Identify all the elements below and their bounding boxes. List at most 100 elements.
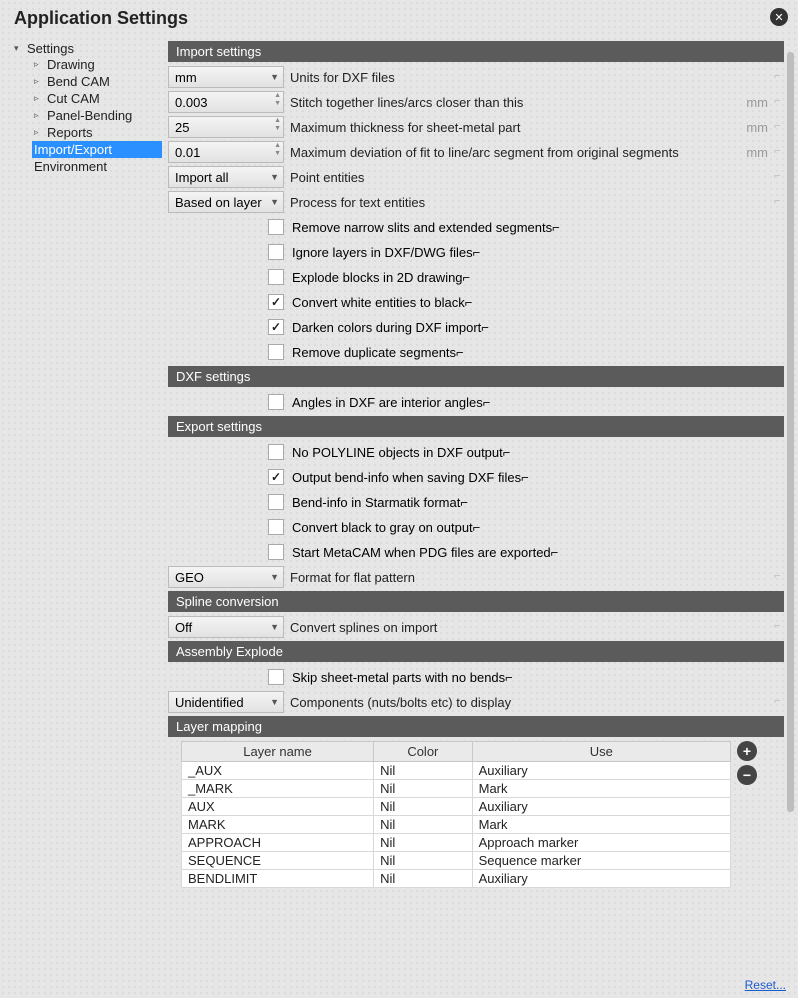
- format-label: Format for flat pattern: [290, 570, 784, 585]
- checkbox[interactable]: [268, 444, 284, 460]
- bookmark-icon[interactable]: ⌐: [473, 520, 481, 535]
- tree-root-label: Settings: [27, 41, 74, 56]
- checkbox[interactable]: [268, 294, 284, 310]
- checkbox-label: Remove narrow slits and extended segment…: [292, 220, 552, 235]
- checkbox[interactable]: [268, 469, 284, 485]
- checkbox-row: Explode blocks in 2D drawing ⌐: [168, 266, 784, 288]
- checkbox-row: Convert white entities to black ⌐: [168, 291, 784, 313]
- checkbox[interactable]: [268, 544, 284, 560]
- table-row[interactable]: APPROACHNilApproach marker: [182, 834, 731, 852]
- checkbox[interactable]: [268, 519, 284, 535]
- close-button[interactable]: ✕: [770, 8, 788, 26]
- table-header[interactable]: Color: [374, 742, 473, 762]
- bookmark-icon[interactable]: ⌐: [552, 220, 560, 235]
- checkbox-row: Remove duplicate segments ⌐: [168, 341, 784, 363]
- bookmark-icon[interactable]: ⌐: [774, 170, 784, 182]
- bookmark-icon[interactable]: ⌐: [505, 670, 513, 685]
- bookmark-icon[interactable]: ⌐: [465, 295, 473, 310]
- caret-right-icon: ▹: [34, 93, 43, 104]
- checkbox-row: Ignore layers in DXF/DWG files ⌐: [168, 241, 784, 263]
- checkbox[interactable]: [268, 494, 284, 510]
- bookmark-icon[interactable]: ⌐: [774, 695, 784, 707]
- spline-combo[interactable]: Off ▼: [168, 616, 284, 638]
- add-row-button[interactable]: +: [737, 741, 757, 761]
- spinner-arrows-icon: ▲▼: [274, 92, 281, 108]
- maxdev-label: Maximum deviation of fit to line/arc seg…: [290, 145, 740, 160]
- scrollbar[interactable]: [787, 52, 794, 972]
- main-panel: Import settings mm ▼ Units for DXF files…: [162, 39, 790, 969]
- bookmark-icon[interactable]: ⌐: [481, 320, 489, 335]
- chevron-down-icon: ▼: [270, 197, 279, 207]
- maxdev-spinner[interactable]: 0.01 ▲▼: [168, 141, 284, 163]
- checkbox-row: Bend-info in Starmatik format ⌐: [168, 491, 784, 513]
- sidebar-item-environment[interactable]: Environment: [32, 158, 162, 175]
- chevron-down-icon: ▼: [270, 622, 279, 632]
- tree-root-settings[interactable]: ▾ Settings: [14, 41, 162, 56]
- spinner-arrows-icon: ▲▼: [274, 142, 281, 158]
- table-header[interactable]: Layer name: [182, 742, 374, 762]
- units-combo[interactable]: mm ▼: [168, 66, 284, 88]
- bookmark-icon[interactable]: ⌐: [774, 145, 784, 157]
- stitch-spinner[interactable]: 0.003 ▲▼: [168, 91, 284, 113]
- bookmark-icon[interactable]: ⌐: [774, 620, 784, 632]
- checkbox[interactable]: [268, 269, 284, 285]
- checkbox-label: Explode blocks in 2D drawing: [292, 270, 463, 285]
- section-header-layer: Layer mapping: [168, 716, 784, 737]
- sidebar-item-cut-cam[interactable]: ▹ Cut CAM: [32, 90, 162, 107]
- sidebar-item-drawing[interactable]: ▹ Drawing: [32, 56, 162, 73]
- checkbox[interactable]: [268, 319, 284, 335]
- remove-row-button[interactable]: −: [737, 765, 757, 785]
- section-header-import: Import settings: [168, 41, 784, 62]
- section-header-export: Export settings: [168, 416, 784, 437]
- checkbox-label: Convert white entities to black: [292, 295, 465, 310]
- checkbox[interactable]: [268, 219, 284, 235]
- checkbox[interactable]: [268, 244, 284, 260]
- checkbox[interactable]: [268, 669, 284, 685]
- sidebar-item-bend-cam[interactable]: ▹ Bend CAM: [32, 73, 162, 90]
- table-row[interactable]: _AUXNilAuxiliary: [182, 762, 731, 780]
- checkbox-row: Skip sheet-metal parts with no bends ⌐: [168, 666, 784, 688]
- checkbox[interactable]: [268, 344, 284, 360]
- maxthick-spinner[interactable]: 25 ▲▼: [168, 116, 284, 138]
- reset-link[interactable]: Reset...: [745, 978, 786, 992]
- components-label: Components (nuts/bolts etc) to display: [290, 695, 784, 710]
- table-header[interactable]: Use: [472, 742, 730, 762]
- bookmark-icon[interactable]: ⌐: [503, 445, 511, 460]
- sidebar-item-import-export[interactable]: Import/Export: [32, 141, 162, 158]
- checkbox-label: Ignore layers in DXF/DWG files: [292, 245, 473, 260]
- sidebar-item-reports[interactable]: ▹ Reports: [32, 124, 162, 141]
- scrollbar-thumb[interactable]: [787, 52, 794, 812]
- bookmark-icon[interactable]: ⌐: [774, 570, 784, 582]
- caret-right-icon: ▹: [34, 59, 43, 70]
- format-combo[interactable]: GEO ▼: [168, 566, 284, 588]
- bookmark-icon[interactable]: ⌐: [463, 270, 471, 285]
- bookmark-icon[interactable]: ⌐: [774, 120, 784, 132]
- table-row[interactable]: SEQUENCENilSequence marker: [182, 852, 731, 870]
- table-row[interactable]: _MARKNilMark: [182, 780, 731, 798]
- layer-mapping-table[interactable]: Layer nameColorUse _AUXNilAuxiliary_MARK…: [181, 741, 731, 888]
- bookmark-icon[interactable]: ⌐: [774, 95, 784, 107]
- text-entities-combo[interactable]: Based on layer ▼: [168, 191, 284, 213]
- checkbox-row: Remove narrow slits and extended segment…: [168, 216, 784, 238]
- point-label: Point entities: [290, 170, 784, 185]
- point-entities-combo[interactable]: Import all ▼: [168, 166, 284, 188]
- checkbox-label: Output bend-info when saving DXF files: [292, 470, 521, 485]
- maxthick-label: Maximum thickness for sheet-metal part: [290, 120, 740, 135]
- stitch-label: Stitch together lines/arcs closer than t…: [290, 95, 740, 110]
- bookmark-icon[interactable]: ⌐: [774, 195, 784, 207]
- checkbox-label: Start MetaCAM when PDG files are exporte…: [292, 545, 551, 560]
- bookmark-icon[interactable]: ⌐: [551, 545, 559, 560]
- bookmark-icon[interactable]: ⌐: [473, 245, 481, 260]
- bookmark-icon[interactable]: ⌐: [774, 70, 784, 82]
- table-row[interactable]: BENDLIMITNilAuxiliary: [182, 870, 731, 888]
- bookmark-icon[interactable]: ⌐: [521, 470, 529, 485]
- checkbox-row: Angles in DXF are interior angles ⌐: [168, 391, 784, 413]
- bookmark-icon[interactable]: ⌐: [483, 395, 491, 410]
- bookmark-icon[interactable]: ⌐: [456, 345, 464, 360]
- sidebar-item-panel-bending[interactable]: ▹ Panel-Bending: [32, 107, 162, 124]
- table-row[interactable]: AUXNilAuxiliary: [182, 798, 731, 816]
- checkbox[interactable]: [268, 394, 284, 410]
- components-combo[interactable]: Unidentified ▼: [168, 691, 284, 713]
- bookmark-icon[interactable]: ⌐: [460, 495, 468, 510]
- table-row[interactable]: MARKNilMark: [182, 816, 731, 834]
